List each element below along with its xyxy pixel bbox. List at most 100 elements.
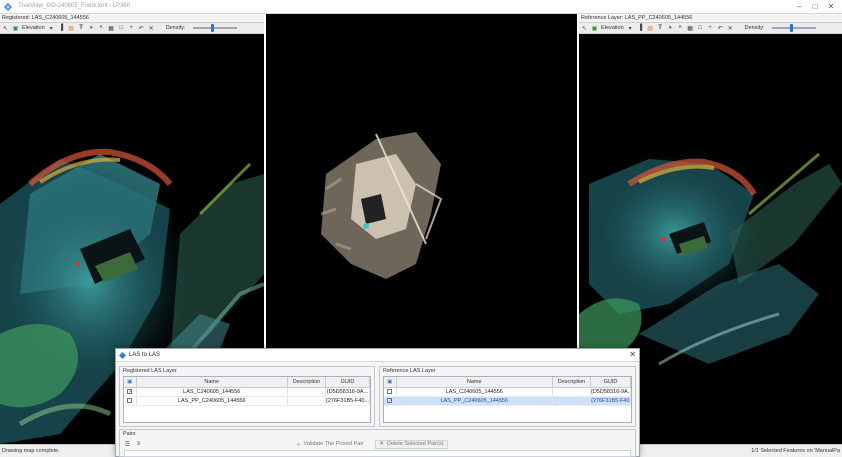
chevron-down-icon[interactable]: ▾: [48, 25, 55, 32]
elevation-dropdown[interactable]: Elevation: [601, 25, 624, 31]
delete-pairs-button[interactable]: ✕ Delete Selected Pair(s): [375, 439, 448, 449]
tie-point-icon[interactable]: ˄: [98, 25, 105, 32]
frame-icon[interactable]: □: [697, 25, 704, 32]
text-icon[interactable]: T: [78, 25, 85, 32]
reference-panel-header: Reference Layer: LAS_PP_C240605_144556: [579, 14, 842, 23]
registered-toolbar: ↖ ▣ Elevation ▾ ▐ ▤ T ● ˄ ▦ □ + ↶ ✕ Dens…: [0, 23, 264, 34]
window-title: TrueView_GO-240605_Frank.xml - LP360: [18, 3, 131, 9]
density-slider[interactable]: [192, 24, 237, 32]
table-header-name[interactable]: Name: [136, 377, 288, 388]
delete-x-icon[interactable]: ✕: [727, 25, 734, 32]
select-all-icon[interactable]: ▣: [127, 379, 132, 385]
row-checkbox[interactable]: ✓: [127, 388, 132, 394]
registered-panel-header: Registered: LAS_C240605_144556: [0, 14, 264, 23]
chevron-down-icon[interactable]: ▾: [627, 25, 634, 32]
table-header-guid[interactable]: GUID: [325, 377, 370, 388]
elevation-dropdown[interactable]: Elevation: [22, 25, 45, 31]
density-slider-knob[interactable]: [789, 24, 793, 32]
layer-description-cell: [287, 396, 326, 406]
table-header-description[interactable]: Description: [287, 377, 326, 388]
plus-icon[interactable]: +: [128, 25, 135, 32]
registered-group-label: Registered LAS Layer: [123, 368, 177, 374]
delete-pairs-label: Delete Selected Pair(s): [387, 441, 444, 447]
layer-name-cell: LAS_C240605_144556: [396, 387, 553, 397]
table-header-name[interactable]: Name: [396, 377, 553, 388]
layer-guid-cell: {276F31B5-F40...: [325, 396, 370, 406]
tie-point-marker[interactable]: [662, 237, 666, 241]
reference-las-layer-group: Reference LAS Layer ▣ Name Description G…: [379, 366, 636, 427]
text-icon[interactable]: T: [657, 25, 664, 32]
delete-x-icon: ✕: [379, 441, 384, 447]
plus-icon: +: [296, 439, 301, 449]
row-checkbox[interactable]: [127, 397, 133, 403]
table-header-guid[interactable]: GUID: [590, 377, 631, 388]
globe-icon[interactable]: ●: [88, 25, 95, 32]
app-logo-icon: [4, 3, 12, 11]
pairs-toolbar: ☰ ≡ + Validate The Picked Pair ✕ Delete …: [124, 439, 631, 449]
validate-pair-label: Validate The Picked Pair: [303, 441, 364, 447]
image-icon[interactable]: ▦: [108, 25, 115, 32]
registered-layer-table: ▣ Name Description GUID ✓ LAS_C240605_14…: [123, 376, 371, 423]
list-view-icon[interactable]: ☰: [124, 441, 131, 448]
table-row[interactable]: LAS_C240605_144556 {D5D58316-9A...: [384, 387, 631, 397]
layer-guid-cell: {276F31B5-F40...: [590, 396, 631, 406]
tie-point-icon[interactable]: ˄: [677, 25, 684, 32]
table-header-select[interactable]: ▣: [384, 377, 397, 388]
density-slider-knob[interactable]: [210, 24, 214, 32]
table-row[interactable]: ✓ LAS_C240605_144556 {D5D58316-9A...: [124, 387, 370, 397]
las-to-las-dialog: LAS to LAS ✕ Registered LAS Layer ▣ Name…: [115, 348, 640, 457]
table-header-row: ▣ Name Description GUID: [124, 377, 370, 388]
frame-icon[interactable]: □: [118, 25, 125, 32]
pairs-group: Pairs ☰ ≡ + Validate The Picked Pair ✕ D…: [119, 429, 636, 457]
reference-group-label: Reference LAS Layer: [383, 368, 436, 374]
undo-icon[interactable]: ↶: [717, 25, 724, 32]
ruler-icon[interactable]: ▤: [647, 25, 654, 32]
layer-name-cell: LAS_C240605_144556: [136, 387, 288, 397]
row-checkbox[interactable]: ✓: [387, 397, 392, 403]
layer-guid-cell: {D5D58316-9A...: [590, 387, 631, 397]
dialog-title-bar[interactable]: LAS to LAS ✕: [116, 349, 639, 362]
minimize-button[interactable]: –: [792, 1, 806, 12]
title-bar: TrueView_GO-240605_Frank.xml - LP360 – □…: [0, 0, 842, 14]
layer-description-cell: [552, 396, 591, 406]
select-all-icon[interactable]: ▣: [387, 379, 392, 385]
globe-icon[interactable]: ●: [667, 25, 674, 32]
table-row[interactable]: LAS_PP_C240605_144556 {276F31B5-F40...: [124, 396, 370, 406]
close-window-button[interactable]: ✕: [824, 1, 838, 12]
grid-icon[interactable]: ▐: [58, 25, 65, 32]
layer-icon[interactable]: ▣: [591, 25, 598, 32]
grid-icon[interactable]: ▐: [637, 25, 644, 32]
reference-layer-table: ▣ Name Description GUID LAS_C240605_1445…: [383, 376, 632, 423]
reference-toolbar: ↖ ▣ Elevation ▾ ▐ ▤ T ● ˄ ▦ □ + ↶ ✕ Dens…: [579, 23, 842, 34]
dialog-title: LAS to LAS: [129, 352, 161, 358]
layer-icon[interactable]: ▣: [12, 25, 19, 32]
table-header-description[interactable]: Description: [552, 377, 591, 388]
plus-icon[interactable]: +: [707, 25, 714, 32]
layer-name-cell: LAS_PP_C240605_144556: [136, 396, 288, 406]
validate-pair-button[interactable]: + Validate The Picked Pair: [292, 440, 367, 449]
dialog-close-button[interactable]: ✕: [629, 350, 636, 359]
ruler-icon[interactable]: ▤: [68, 25, 75, 32]
dialog-app-icon: [119, 352, 126, 359]
image-icon[interactable]: ▦: [687, 25, 694, 32]
registered-las-layer-group: Registered LAS Layer ▣ Name Description …: [119, 366, 375, 427]
density-label: Density:: [165, 25, 186, 31]
details-view-icon[interactable]: ≡: [135, 441, 142, 448]
table-row[interactable]: ✓ LAS_PP_C240605_144556 {276F31B5-F40...: [384, 396, 631, 406]
maximize-button[interactable]: □: [808, 1, 822, 12]
row-checkbox[interactable]: [387, 388, 393, 394]
layer-description-cell: [287, 387, 326, 397]
delete-x-icon[interactable]: ✕: [148, 25, 155, 32]
density-label: Density:: [744, 25, 765, 31]
pairs-group-label: Pairs: [123, 431, 136, 437]
select-arrow-icon[interactable]: ↖: [2, 25, 9, 32]
tie-point-marker[interactable]: [76, 262, 80, 266]
select-arrow-icon[interactable]: ↖: [581, 25, 588, 32]
status-left-text: Drawing map complete.: [2, 448, 60, 454]
layer-description-cell: [552, 387, 591, 397]
table-header-select[interactable]: ▣: [124, 377, 137, 388]
pairs-list[interactable]: [124, 450, 631, 457]
undo-icon[interactable]: ↶: [138, 25, 145, 32]
density-slider[interactable]: [771, 24, 816, 32]
layer-name-cell: LAS_PP_C240605_144556: [396, 396, 553, 406]
